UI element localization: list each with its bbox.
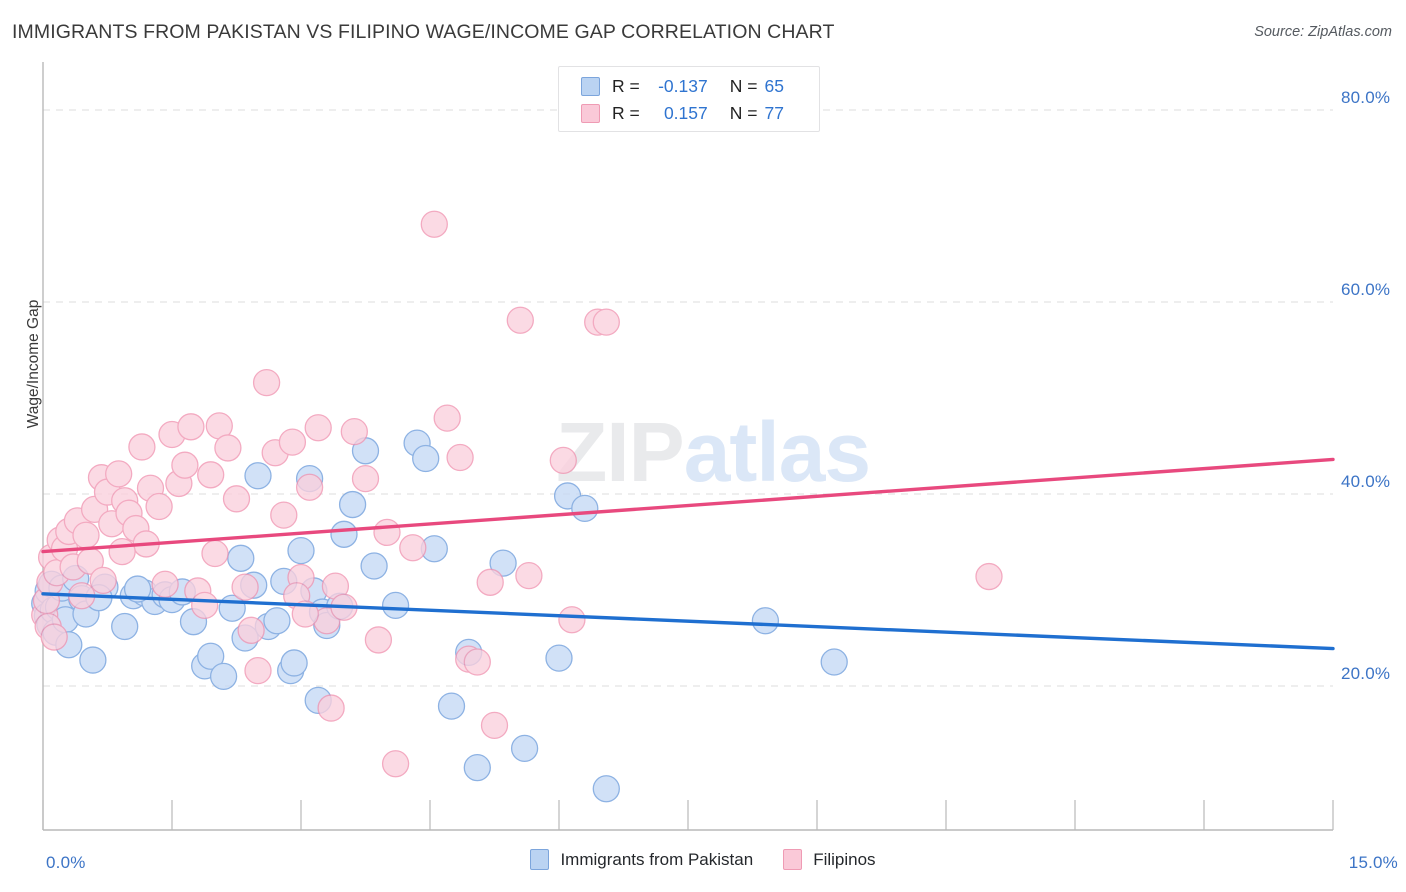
data-point <box>105 460 133 488</box>
stats-r-label-pink: R = <box>612 103 640 123</box>
data-point <box>201 539 229 568</box>
data-point <box>231 573 259 601</box>
data-point <box>244 656 272 685</box>
stats-swatch-pink-icon <box>581 104 600 123</box>
data-point <box>280 649 308 677</box>
data-point <box>171 451 199 479</box>
data-point <box>364 626 393 654</box>
data-point <box>317 694 345 722</box>
data-point <box>437 692 466 720</box>
data-point <box>270 501 298 529</box>
stats-row-pink: R = 0.157 N = 77 <box>581 100 819 127</box>
legend-item-filipinos[interactable]: Filipinos <box>783 849 876 870</box>
data-point <box>446 443 474 472</box>
scatter-plot-svg <box>31 62 1335 831</box>
data-point <box>399 534 427 562</box>
data-point <box>128 433 156 461</box>
data-point <box>252 368 281 397</box>
y-axis-tick-label: 20.0% <box>1341 664 1391 683</box>
data-point <box>558 606 586 634</box>
data-point <box>237 616 265 644</box>
data-point <box>197 461 225 489</box>
correlation-stats-legend: R = -0.137 N = 65 R = 0.157 N = 77 <box>558 66 820 132</box>
chart-page: IMMIGRANTS FROM PAKISTAN VS FILIPINO WAG… <box>0 0 1406 892</box>
data-point <box>360 552 388 580</box>
stats-n-label-blue: N = <box>729 76 758 96</box>
stats-r-value-pink: 0.157 <box>663 103 708 123</box>
data-point <box>145 492 173 521</box>
data-point <box>571 494 599 523</box>
stats-n-label-pink: N = <box>729 103 758 123</box>
data-point <box>151 570 179 598</box>
data-point <box>214 434 242 462</box>
data-point <box>330 520 358 548</box>
legend-swatch-pink-icon <box>783 849 803 870</box>
data-point <box>975 562 1003 591</box>
legend-label-immigrants-from-pakistan: Immigrants from Pakistan <box>560 849 754 869</box>
stats-swatch-blue-icon <box>581 77 600 96</box>
data-point <box>222 485 251 513</box>
source-attribution: Source: ZipAtlas.com <box>1254 24 1392 40</box>
data-point <box>480 711 509 740</box>
data-point <box>111 612 139 641</box>
y-axis-title: Wage/Income Gap <box>25 299 42 429</box>
plot-area <box>31 62 1335 831</box>
stats-r-label-blue: R = <box>612 76 640 96</box>
data-point <box>820 648 848 676</box>
data-point <box>72 521 100 549</box>
data-point <box>351 464 380 493</box>
stats-row-blue: R = -0.137 N = 65 <box>581 73 819 100</box>
data-point <box>79 646 107 674</box>
data-point <box>463 753 491 782</box>
data-point <box>191 591 219 620</box>
data-point <box>227 544 255 572</box>
data-point <box>177 413 205 441</box>
y-axis-tick-label: 60.0% <box>1341 280 1391 299</box>
data-point <box>545 644 573 672</box>
data-point <box>506 306 534 334</box>
data-point <box>295 473 324 501</box>
data-point <box>209 662 238 691</box>
data-point <box>244 462 272 490</box>
data-point <box>40 623 68 651</box>
data-point <box>515 561 543 590</box>
data-point <box>340 417 368 446</box>
legend-label-filipinos: Filipinos <box>813 849 876 869</box>
data-point <box>278 428 307 456</box>
page-title: IMMIGRANTS FROM PAKISTAN VS FILIPINO WAG… <box>12 21 835 43</box>
data-point <box>549 446 577 475</box>
series-legend: Immigrants from Pakistan Filipinos <box>0 849 1406 870</box>
data-point <box>751 607 780 635</box>
data-point <box>338 490 367 519</box>
data-point <box>89 566 117 595</box>
data-point <box>476 568 504 596</box>
data-point <box>463 648 491 676</box>
data-point <box>373 518 401 547</box>
data-point <box>381 750 410 778</box>
data-point <box>420 210 448 238</box>
data-point <box>381 591 410 620</box>
data-point <box>433 404 461 432</box>
y-axis-tick-label: 40.0% <box>1341 472 1391 491</box>
stats-r-value-blue: -0.137 <box>658 76 708 96</box>
data-point <box>592 775 620 803</box>
data-point <box>263 607 291 635</box>
data-point <box>592 308 620 336</box>
data-point <box>412 444 440 473</box>
data-point <box>304 414 332 442</box>
data-point <box>510 734 539 763</box>
legend-swatch-blue-icon <box>530 849 550 870</box>
stats-n-value-blue: 65 <box>764 76 784 96</box>
legend-item-immigrants-from-pakistan[interactable]: Immigrants from Pakistan <box>530 849 753 870</box>
data-point <box>108 537 136 566</box>
y-axis-tick-label: 80.0% <box>1341 88 1391 107</box>
stats-n-value-pink: 77 <box>764 103 784 123</box>
data-point <box>287 536 315 565</box>
